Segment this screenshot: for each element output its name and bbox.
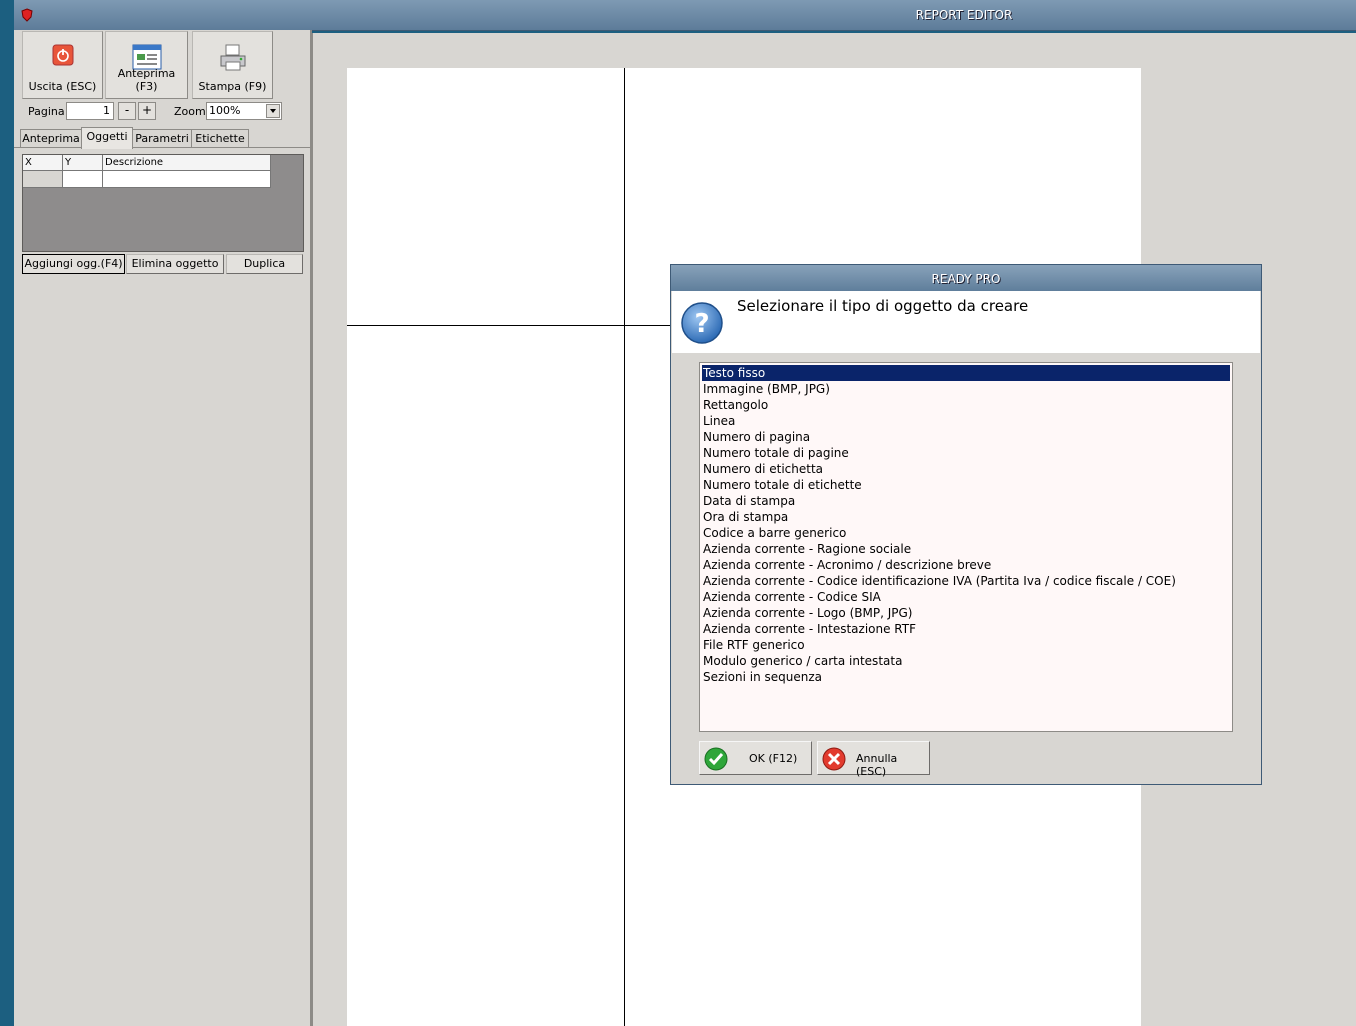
window-titlebar[interactable]: REPORT EDITOR	[14, 0, 1356, 31]
list-item[interactable]: Numero totale di pagine	[702, 445, 1230, 461]
list-item[interactable]: Ora di stampa	[702, 509, 1230, 525]
tab-parametri[interactable]: Parametri	[132, 129, 192, 148]
page-next-button[interactable]: +	[138, 102, 156, 120]
list-item[interactable]: Linea	[702, 413, 1230, 429]
list-item[interactable]: Numero totale di etichette	[702, 477, 1230, 493]
preview-button-label: Anteprima (F3)	[117, 67, 176, 93]
list-item[interactable]: Data di stampa	[702, 493, 1230, 509]
tab-oggetti[interactable]: Oggetti	[81, 127, 133, 149]
svg-text:?: ?	[694, 309, 709, 339]
col-x[interactable]: X	[23, 155, 63, 170]
object-type-dialog: READY PRO ? Selezionare il tipo di ogget…	[670, 264, 1262, 785]
list-item[interactable]: Rettangolo	[702, 397, 1230, 413]
dialog-header: ? Selezionare il tipo di oggetto da crea…	[672, 291, 1260, 353]
vertical-guide-line[interactable]	[624, 68, 625, 1026]
list-item[interactable]: Immagine (BMP, JPG)	[702, 381, 1230, 397]
row-cell-descrizione[interactable]	[103, 171, 271, 187]
list-item[interactable]: Numero di etichetta	[702, 461, 1230, 477]
close-icon	[822, 747, 846, 774]
object-type-list[interactable]: Testo fisso Immagine (BMP, JPG) Rettangolo…	[699, 362, 1233, 732]
list-item[interactable]: Azienda corrente - Logo (BMP, JPG)	[702, 605, 1230, 621]
print-button-label: Stampa (F9)	[198, 80, 267, 93]
row-cell-y[interactable]	[63, 171, 103, 187]
page-number-input[interactable]: 1	[66, 102, 114, 120]
list-item[interactable]: File RTF generico	[702, 637, 1230, 653]
table-row[interactable]	[23, 171, 271, 188]
zoom-select[interactable]: 100%	[206, 102, 282, 120]
list-item[interactable]: Azienda corrente - Codice SIA	[702, 589, 1230, 605]
page-label: Pagina	[28, 105, 65, 118]
add-object-button[interactable]: Aggiungi ogg.(F4)	[22, 254, 125, 274]
tab-etichette[interactable]: Etichette	[191, 129, 249, 148]
col-descrizione[interactable]: Descrizione	[103, 155, 271, 170]
chevron-down-icon[interactable]	[266, 104, 280, 118]
dialog-message: Selezionare il tipo di oggetto da creare	[737, 297, 1029, 315]
tab-divider	[14, 147, 310, 148]
preview-button[interactable]: Anteprima (F3)	[105, 31, 188, 99]
question-icon: ?	[680, 301, 724, 345]
cancel-button-label: Annulla (ESC)	[856, 752, 898, 778]
exit-button[interactable]: Uscita (ESC)	[22, 31, 103, 99]
print-button[interactable]: Stampa (F9)	[192, 31, 273, 99]
printer-icon	[218, 44, 248, 75]
dialog-title[interactable]: READY PRO	[671, 265, 1261, 291]
list-item[interactable]: Azienda corrente - Intestazione RTF	[702, 621, 1230, 637]
duplicate-button[interactable]: Duplica	[226, 254, 303, 274]
row-indicator	[23, 171, 63, 187]
list-item[interactable]: Testo fisso	[702, 365, 1230, 381]
ok-button[interactable]: OK (F12)	[699, 741, 812, 775]
check-icon	[704, 747, 728, 774]
zoom-label: Zoom	[174, 105, 206, 118]
desktop-edge	[0, 0, 14, 1026]
list-item[interactable]: Azienda corrente - Ragione sociale	[702, 541, 1230, 557]
list-item[interactable]: Azienda corrente - Codice identificazion…	[702, 573, 1230, 589]
ok-button-label: OK (F12)	[749, 752, 798, 765]
col-y[interactable]: Y	[63, 155, 103, 170]
list-item[interactable]: Numero di pagina	[702, 429, 1230, 445]
tab-anteprima[interactable]: Anteprima	[20, 129, 82, 148]
list-item[interactable]: Codice a barre generico	[702, 525, 1230, 541]
page-prev-button[interactable]: -	[118, 102, 136, 120]
power-icon	[52, 44, 74, 69]
list-item[interactable]: Azienda corrente - Acronimo / descrizion…	[702, 557, 1230, 573]
grid-header: X Y Descrizione	[23, 155, 271, 171]
left-panel: Uscita (ESC) Anteprima (F3) Stampa (F9) …	[14, 30, 312, 1026]
exit-button-label: Uscita (ESC)	[28, 80, 97, 93]
delete-object-button[interactable]: Elimina oggetto	[126, 254, 224, 274]
objects-grid[interactable]: X Y Descrizione	[22, 154, 304, 252]
list-item[interactable]: Sezioni in sequenza	[702, 669, 1230, 685]
cancel-button[interactable]: Annulla (ESC)	[817, 741, 930, 778]
list-item[interactable]: Modulo generico / carta intestata	[702, 653, 1230, 669]
horizontal-guide-line[interactable]	[347, 325, 677, 326]
window-title: REPORT EDITOR	[915, 8, 1013, 22]
zoom-value: 100%	[209, 104, 241, 117]
